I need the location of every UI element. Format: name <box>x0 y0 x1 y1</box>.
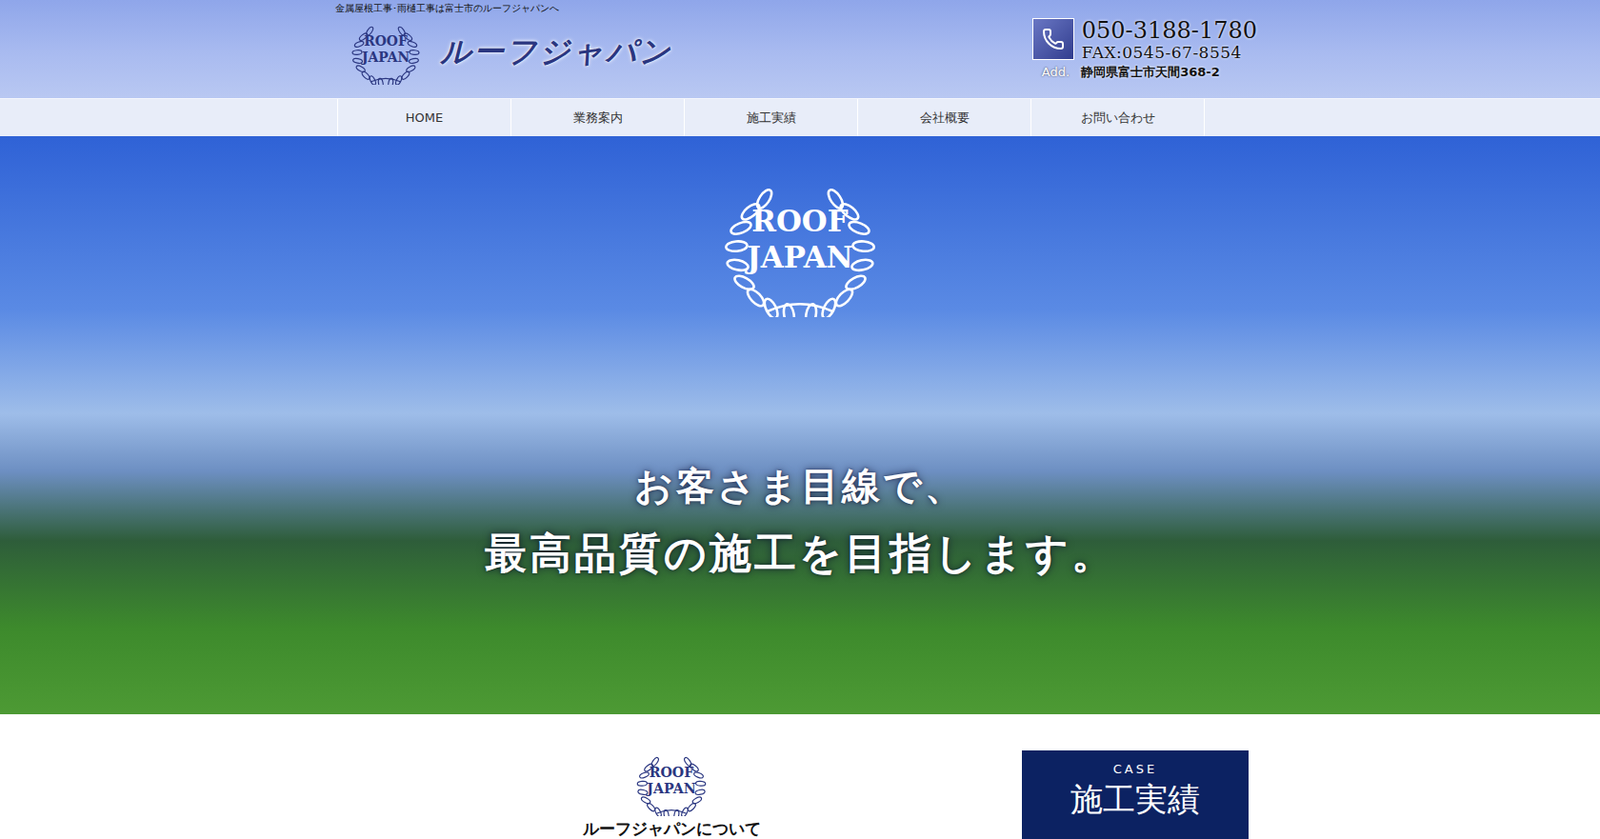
about-logo-icon: ROOFJAPAN <box>627 750 716 817</box>
nav-item[interactable]: HOME <box>337 99 511 137</box>
page: 金属屋根工事･雨樋工事は富士市のルーフジャパンへROOFJAPANルーフジャパン… <box>0 0 1600 839</box>
phone-icon[interactable] <box>1032 18 1075 60</box>
brand-link[interactable]: ROOFJAPAN ルーフジャパン <box>342 20 673 85</box>
about: ROOFJAPANルーフジャパンについて <box>342 750 1000 839</box>
svg-text:ROOF: ROOF <box>363 33 408 49</box>
site-tagline: 金属屋根工事･雨樋工事は富士市のルーフジャパンへ <box>335 2 673 15</box>
hero-copy: お客さま目線で、最高品質の施工を目指します。 <box>484 460 1117 582</box>
svg-text:JAPAN: JAPAN <box>360 49 411 65</box>
contact: 050-3188-1780FAX:0545-67-8554Add.静岡県富士市天… <box>1032 0 1258 99</box>
svg-text:ROOF: ROOF <box>649 764 695 780</box>
nav-item[interactable]: 施工実績 <box>683 99 858 137</box>
svg-text:ROOF: ROOF <box>751 203 848 239</box>
tel-number[interactable]: 050-3188-1780 <box>1081 18 1258 43</box>
header: 金属屋根工事･雨樋工事は富士市のルーフジャパンへ ROOFJAPAN ルーフジャパン… <box>0 0 1600 99</box>
svg-text:JAPAN: JAPAN <box>644 780 696 797</box>
hero-image: ROOFJAPAN お客さま目線で、最高品質の施工を目指します。 <box>0 136 1600 715</box>
logo-icon: ROOFJAPAN <box>342 20 429 85</box>
fax-number: FAX:0545-67-8554 <box>1081 42 1258 62</box>
brand: 金属屋根工事･雨樋工事は富士市のルーフジャパンへROOFJAPANルーフジャパン <box>342 0 673 99</box>
nav-bar: HOME業務案内施工実績会社概要お問い合わせ <box>0 98 1600 137</box>
brand-name: ルーフジャパン <box>440 31 673 74</box>
address: Add.静岡県富士市天間368-2 <box>1032 63 1220 81</box>
lower-section: ROOFJAPANルーフジャパンについてCASE施工実績 <box>0 714 1600 839</box>
hero-logo-icon: ROOFJAPAN <box>704 174 896 318</box>
case-link[interactable]: CASE施工実績 <box>1021 750 1249 839</box>
nav-item[interactable]: 業務案内 <box>510 99 684 137</box>
about-heading: ルーフジャパンについて <box>582 818 761 839</box>
nav-item[interactable]: 会社概要 <box>857 99 1031 137</box>
nav-item[interactable]: お問い合わせ <box>1030 99 1205 137</box>
svg-text:JAPAN: JAPAN <box>743 240 854 275</box>
